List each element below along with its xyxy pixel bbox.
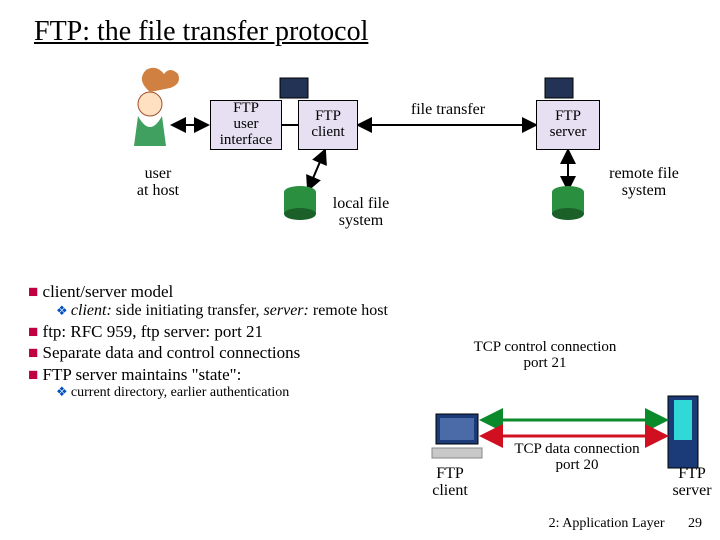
remote-fs-label: remote filesystem xyxy=(594,166,694,200)
bullet-client-server-sub: client: side initiating transfer, server… xyxy=(56,302,706,320)
diagram-top xyxy=(0,0,720,280)
bottom-ftp-server-label: FTPserver xyxy=(660,466,720,500)
tcp-control-label: TCP control connectionport 21 xyxy=(440,340,650,372)
footer: 2: Application Layer 29 xyxy=(549,516,702,532)
footer-layer: 2: Application Layer xyxy=(549,516,665,531)
user-at-host-label: userat host xyxy=(118,166,198,200)
footer-page: 29 xyxy=(688,516,702,531)
tcp-data-label: TCP data connectionport 20 xyxy=(492,442,662,474)
user-icon xyxy=(134,68,179,146)
ftp-ui-box: FTPuserinterface xyxy=(210,100,282,150)
bottom-ftp-client-label: FTPclient xyxy=(420,466,480,500)
ftp-server-box: FTPserver xyxy=(536,100,600,150)
remote-fs-icon xyxy=(552,186,584,220)
local-fs-icon xyxy=(284,186,316,220)
bullet-client-server: client/server model client: side initiat… xyxy=(28,282,706,320)
ftp-client-box: FTPclient xyxy=(298,100,358,150)
file-transfer-label: file transfer xyxy=(388,102,508,119)
local-fs-label: local filesystem xyxy=(316,196,406,230)
